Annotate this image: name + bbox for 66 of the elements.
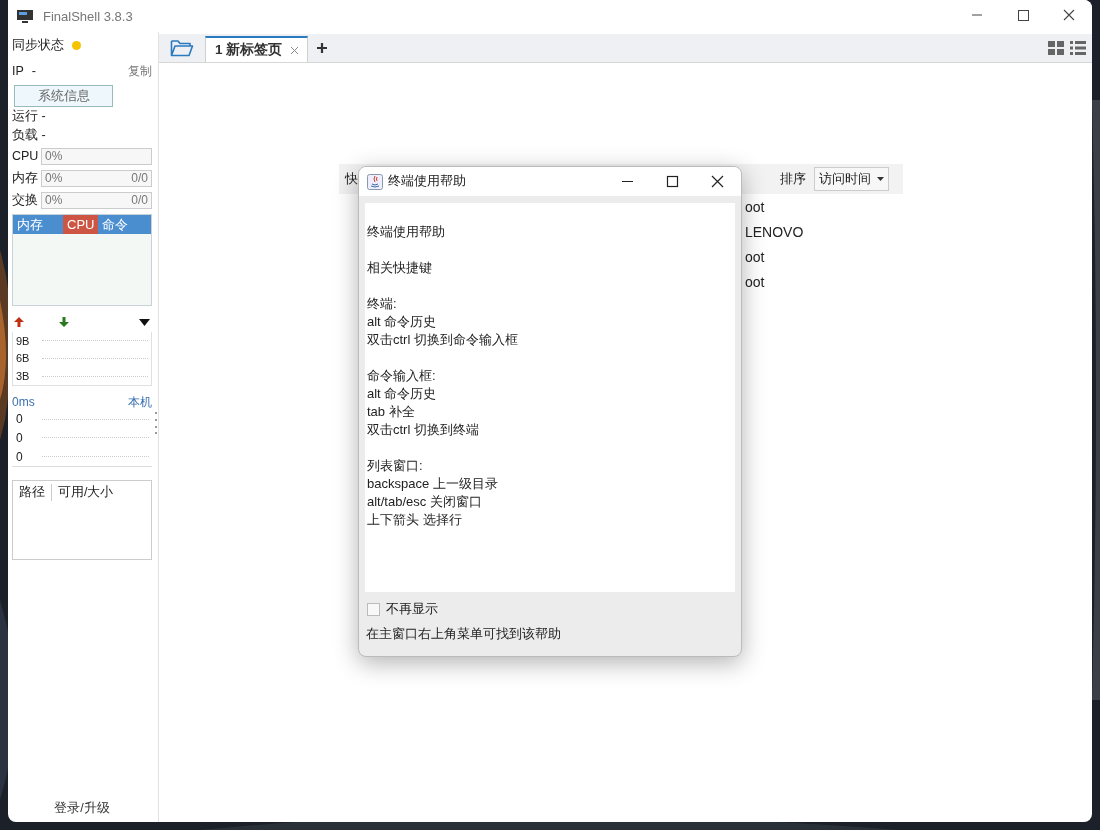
help-text-line: 终端使用帮助 — [367, 223, 446, 241]
meter-amount: 0/0 — [131, 193, 148, 207]
stat-text: 运行 - — [12, 108, 46, 125]
close-icon[interactable] — [290, 45, 299, 55]
column-header[interactable]: 可用/大小 — [51, 484, 120, 501]
grid-view-icon[interactable] — [1048, 41, 1064, 55]
axis-label: 0 — [16, 412, 24, 427]
stat-text: 负载 - — [12, 127, 46, 144]
help-text-line: 终端: — [367, 295, 398, 313]
axis-label: 0 — [16, 431, 24, 445]
plus-icon[interactable] — [316, 42, 328, 54]
help-text-line: 列表窗口: — [367, 457, 424, 475]
folder-icon[interactable] — [170, 39, 194, 57]
axis-label: 3B — [16, 370, 31, 383]
window-title: FinalShell 3.8.3 — [43, 8, 133, 24]
checkbox-label: 不再显示 — [386, 600, 438, 618]
checkbox[interactable] — [367, 602, 380, 616]
dropdown-caret-icon[interactable] — [139, 318, 150, 326]
status-dot — [72, 40, 81, 50]
app-icon — [16, 8, 34, 24]
help-text-line: alt/tab/esc 关闭窗口 — [367, 493, 483, 511]
java-icon — [367, 173, 383, 190]
tab[interactable]: 1 新标签页 — [205, 36, 308, 62]
ip-value: - — [31, 64, 36, 78]
copy-link[interactable]: 复制 — [128, 62, 152, 80]
help-text-line: 命令输入框: — [367, 367, 437, 385]
help-text-line: 双击ctrl 切换到命令输入框 — [367, 331, 519, 349]
connection-user[interactable]: oot — [745, 248, 765, 265]
axis-label: 0 — [16, 449, 24, 464]
list-view-icon[interactable] — [1070, 41, 1086, 55]
axis-label: 6B — [16, 352, 31, 365]
upload-arrow-icon — [14, 317, 24, 327]
sync-status-label: 同步状态 — [12, 36, 64, 54]
download-arrow-icon — [59, 317, 69, 327]
dialog-title: 终端使用帮助 — [388, 173, 466, 190]
column-header[interactable]: 路径 — [13, 484, 51, 501]
ip-label: IP — [12, 64, 24, 78]
meter-label: 内存 — [12, 169, 39, 187]
sort-label: 排序 — [780, 170, 806, 188]
meter-percent: 0% — [45, 171, 64, 185]
resize-handle-icon — [155, 412, 158, 434]
help-text-line: alt 命令历史 — [367, 313, 438, 331]
axis-label: 9B — [16, 334, 31, 347]
sort-dropdown[interactable]: 访问时间 — [814, 167, 889, 191]
connection-user[interactable]: oot — [745, 273, 765, 290]
help-text-line: 相关快捷键 — [367, 259, 433, 277]
login-link[interactable]: 登录/升级 — [12, 794, 152, 822]
connection-user[interactable]: oot — [745, 198, 765, 215]
caret-icon — [877, 177, 884, 181]
hint-text: 在主窗口右上角菜单可找到该帮助 — [366, 625, 562, 643]
meter-percent: 0% — [45, 193, 64, 207]
help-text-line: alt 命令历史 — [367, 385, 438, 403]
host-link[interactable]: 本机 — [128, 393, 152, 411]
latency-value: 0ms — [12, 395, 35, 409]
help-text-line: tab 补全 — [367, 403, 416, 421]
help-text-line: backspace 上一级目录 — [367, 475, 499, 493]
connection-user[interactable]: LENOVO — [745, 223, 804, 240]
help-text-line: 双击ctrl 切换到终端 — [367, 421, 480, 439]
system-info-button[interactable]: 系统信息 — [14, 85, 113, 107]
meter-label: CPU — [12, 149, 40, 163]
help-text-line: 上下箭头 选择行 — [367, 511, 463, 529]
meter-percent: 0% — [45, 149, 64, 163]
meter-label: 交换 — [12, 191, 39, 209]
meter-amount: 0/0 — [131, 171, 148, 185]
process-tab[interactable]: CPU — [63, 215, 99, 234]
panel-title: 快 — [345, 170, 358, 188]
